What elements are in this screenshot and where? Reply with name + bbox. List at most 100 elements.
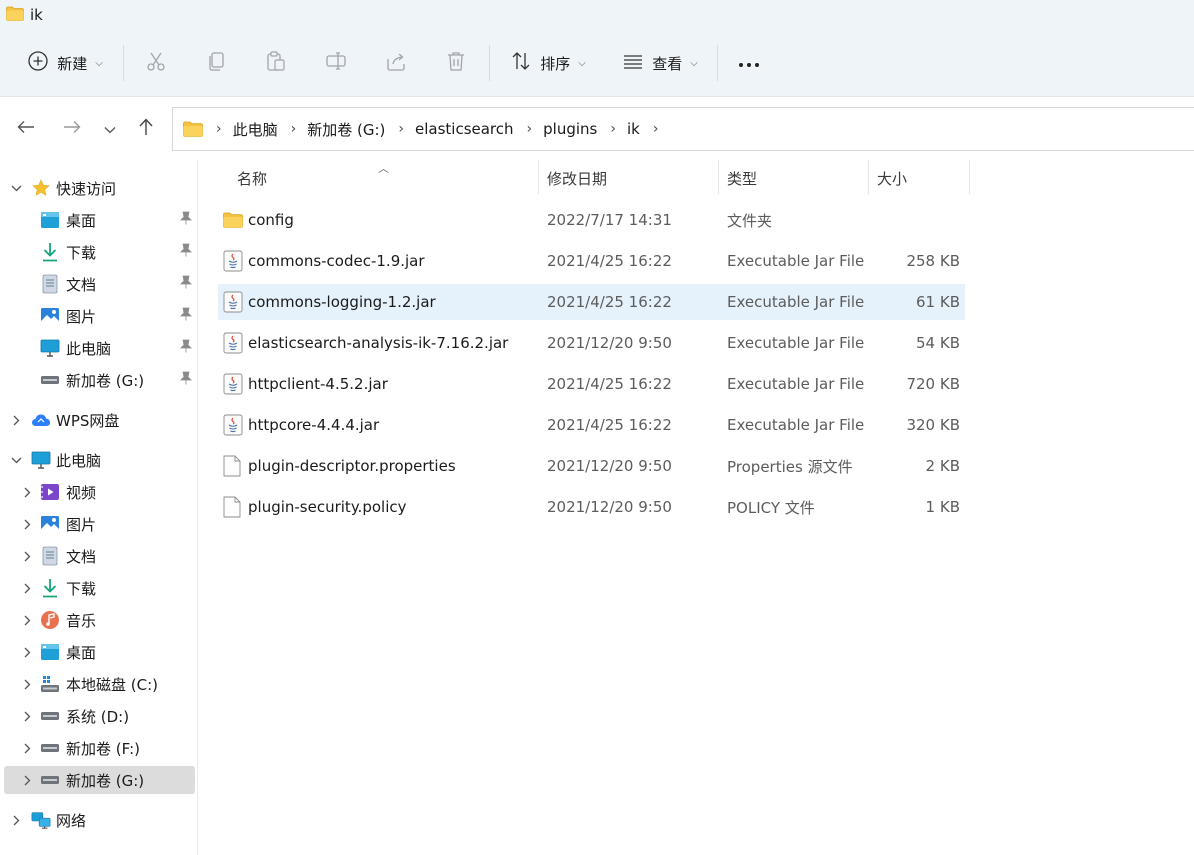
sidebar-item-pictures-pc[interactable]: 图片 [0,510,198,538]
sidebar-item-downloads[interactable]: 下载 [0,238,198,266]
chevron-right-icon[interactable]: › [291,121,297,137]
sidebar-item-wps-drive[interactable]: WPS网盘 [0,406,198,434]
column-header-type[interactable]: 类型 [727,160,757,196]
pin-icon[interactable] [180,339,192,357]
toolbar-divider [123,45,124,81]
copy-button[interactable] [201,40,231,86]
breadcrumb-ik[interactable]: ik [627,120,640,138]
chevron-down-icon[interactable] [10,454,22,466]
chevron-right-icon[interactable]: › [527,121,533,137]
chevron-down-icon[interactable] [10,182,22,194]
sidebar-item-drive-d[interactable]: 系统 (D:) [0,702,198,730]
file-name: commons-logging-1.2.jar [248,293,436,311]
file-row[interactable]: plugin-descriptor.properties 2021/12/20 … [218,448,965,484]
title-bar: ik [6,4,43,26]
chevron-right-icon[interactable] [10,414,22,426]
sidebar-item-downloads-pc[interactable]: 下载 [0,574,198,602]
column-header-name[interactable]: 名称 [237,160,267,196]
file-list: ︿ 名称 修改日期 类型 大小 config 2022/7/17 14:31 文… [199,160,1194,855]
sidebar-item-label: 此电脑 [56,451,102,470]
chevron-right-icon[interactable] [10,814,22,826]
new-button[interactable]: 新建 ⌵ [24,40,106,86]
file-row[interactable]: commons-logging-1.2.jar 2021/4/25 16:22 … [218,284,965,320]
column-header-size[interactable]: 大小 [877,160,907,196]
back-button[interactable] [13,116,39,142]
forward-button[interactable] [59,116,85,142]
chevron-right-icon[interactable] [21,518,33,530]
pin-icon[interactable] [180,307,192,325]
jar-file-icon [223,284,243,320]
file-row[interactable]: httpcore-4.4.4.jar 2021/4/25 16:22 Execu… [218,407,965,443]
file-row[interactable]: commons-codec-1.9.jar 2021/4/25 16:22 Ex… [218,243,965,279]
paste-button[interactable] [261,40,291,86]
breadcrumb-elasticsearch[interactable]: elasticsearch [415,120,514,138]
chevron-right-icon[interactable]: › [398,121,404,137]
chevron-right-icon[interactable] [21,550,33,562]
sidebar-item-documents[interactable]: 文档 [0,270,198,298]
file-modified: 2021/4/25 16:22 [547,293,672,311]
chevron-right-icon[interactable] [21,742,33,754]
view-button[interactable]: 查看 ⌵ [617,40,703,86]
sidebar-item-drive-g[interactable]: 新加卷 (G:) [4,766,195,794]
file-type: Executable Jar File [727,293,865,311]
recent-locations-button[interactable] [97,116,123,142]
pin-icon[interactable] [180,211,192,229]
chevron-right-icon[interactable] [21,646,33,658]
file-modified: 2021/4/25 16:22 [547,375,672,393]
sidebar-item-label: 此电脑 [66,339,112,358]
up-button[interactable] [133,116,159,142]
sidebar-item-documents-pc[interactable]: 文档 [0,542,198,570]
cut-button[interactable] [141,40,171,86]
sidebar-item-drive-c[interactable]: 本地磁盘 (C:) [0,670,198,698]
chevron-right-icon[interactable] [21,614,33,626]
pin-icon[interactable] [180,243,192,261]
file-row[interactable]: plugin-security.policy 2021/12/20 9:50 P… [218,489,965,525]
chevron-right-icon[interactable] [21,582,33,594]
column-divider[interactable] [538,160,539,194]
share-button[interactable] [381,40,411,86]
copy-icon [205,50,227,76]
pin-icon[interactable] [180,275,192,293]
sidebar-item-label: 快速访问 [56,179,117,198]
pin-icon[interactable] [180,371,192,389]
sidebar-item-this-pc[interactable]: 此电脑 [0,446,198,474]
chevron-right-icon[interactable] [21,678,33,690]
sidebar-item-quick-access[interactable]: 快速访问 [0,174,198,202]
address-bar[interactable]: › 此电脑 › 新加卷 (G:) › elasticsearch › plugi… [172,107,1194,151]
delete-button[interactable] [441,40,471,86]
sidebar-item-pictures[interactable]: 图片 [0,302,198,330]
sidebar-item-label: 新加卷 (G:) [66,771,145,790]
more-options-button[interactable] [733,40,765,86]
sidebar-item-desktop-pc[interactable]: 桌面 [0,638,198,666]
sidebar-item-desktop[interactable]: 桌面 [0,206,198,234]
chevron-right-icon[interactable] [21,774,33,786]
breadcrumb-drive-g[interactable]: 新加卷 (G:) [307,119,385,140]
sidebar-item-this-pc-pinned[interactable]: 此电脑 [0,334,198,362]
sidebar-item-videos[interactable]: 视频 [0,478,198,506]
column-divider[interactable] [969,160,970,194]
column-divider[interactable] [718,160,719,194]
chevron-right-icon[interactable]: › [610,121,616,137]
file-row[interactable]: config 2022/7/17 14:31 文件夹 [218,202,965,238]
sidebar-item-network[interactable]: 网络 [0,806,198,834]
column-divider[interactable] [868,160,869,194]
chevron-right-icon[interactable] [21,486,33,498]
chevron-right-icon[interactable]: › [653,121,659,137]
desktop-icon [40,642,60,662]
breadcrumb-this-pc[interactable]: 此电脑 [233,119,278,140]
file-modified: 2022/7/17 14:31 [547,211,672,229]
sort-button[interactable]: 排序 ⌵ [505,40,591,86]
cloud-icon [31,410,51,430]
file-size: 720 KB [906,375,960,393]
sidebar-item-drive-g-pinned[interactable]: 新加卷 (G:) [0,366,198,394]
sidebar-item-drive-f[interactable]: 新加卷 (F:) [0,734,198,762]
sidebar-item-music[interactable]: 音乐 [0,606,198,634]
command-area: ik 新建 ⌵ 排序 ⌵ 查看 ⌵ [0,0,1194,97]
document-icon [40,546,60,566]
breadcrumb-plugins[interactable]: plugins [543,120,597,138]
file-row[interactable]: httpclient-4.5.2.jar 2021/4/25 16:22 Exe… [218,366,965,402]
column-header-modified[interactable]: 修改日期 [547,160,607,196]
chevron-right-icon[interactable] [21,710,33,722]
rename-button[interactable] [321,40,351,86]
file-row[interactable]: elasticsearch-analysis-ik-7.16.2.jar 202… [218,325,965,361]
